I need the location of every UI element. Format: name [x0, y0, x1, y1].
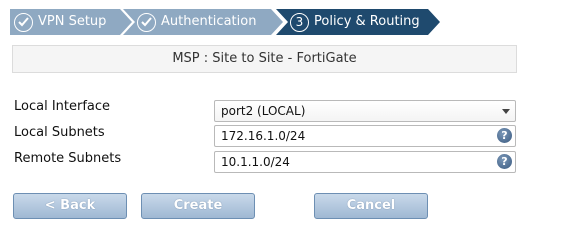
chevron-down-icon[interactable]	[502, 109, 510, 114]
local-subnets-label: Local Subnets	[14, 125, 105, 140]
step-label: Authentication	[161, 14, 257, 29]
help-icon[interactable]: ?	[497, 128, 512, 143]
local-subnets-value: 172.16.1.0/24	[221, 129, 306, 143]
wizard-step-policy-routing[interactable]: 3 Policy & Routing	[276, 9, 440, 35]
wizard-steps: VPN Setup Authentication 3 Policy & Rout…	[10, 9, 440, 35]
local-subnets-input[interactable]: 172.16.1.0/24 ?	[214, 125, 516, 147]
step-number-badge: 3	[290, 12, 309, 32]
local-interface-select[interactable]: port2 (LOCAL)	[214, 100, 516, 122]
create-button[interactable]: Create	[141, 193, 255, 219]
step-label: VPN Setup	[38, 14, 107, 29]
page-title: MSP : Site to Site - FortiGate	[12, 45, 517, 73]
remote-subnets-value: 10.1.1.0/24	[221, 155, 290, 169]
wizard-step-vpn-setup[interactable]: VPN Setup	[10, 9, 132, 35]
remote-subnets-input[interactable]: 10.1.1.0/24 ?	[214, 151, 516, 173]
local-interface-value: port2 (LOCAL)	[221, 104, 306, 118]
step-label: Policy & Routing	[314, 14, 420, 29]
wizard-step-authentication[interactable]: Authentication	[123, 9, 283, 35]
remote-subnets-label: Remote Subnets	[14, 151, 122, 166]
help-icon[interactable]: ?	[497, 154, 512, 169]
back-button[interactable]: < Back	[13, 193, 127, 219]
cancel-button[interactable]: Cancel	[314, 193, 428, 219]
local-interface-label: Local Interface	[14, 99, 111, 114]
check-icon	[14, 12, 33, 32]
check-icon	[137, 12, 156, 32]
